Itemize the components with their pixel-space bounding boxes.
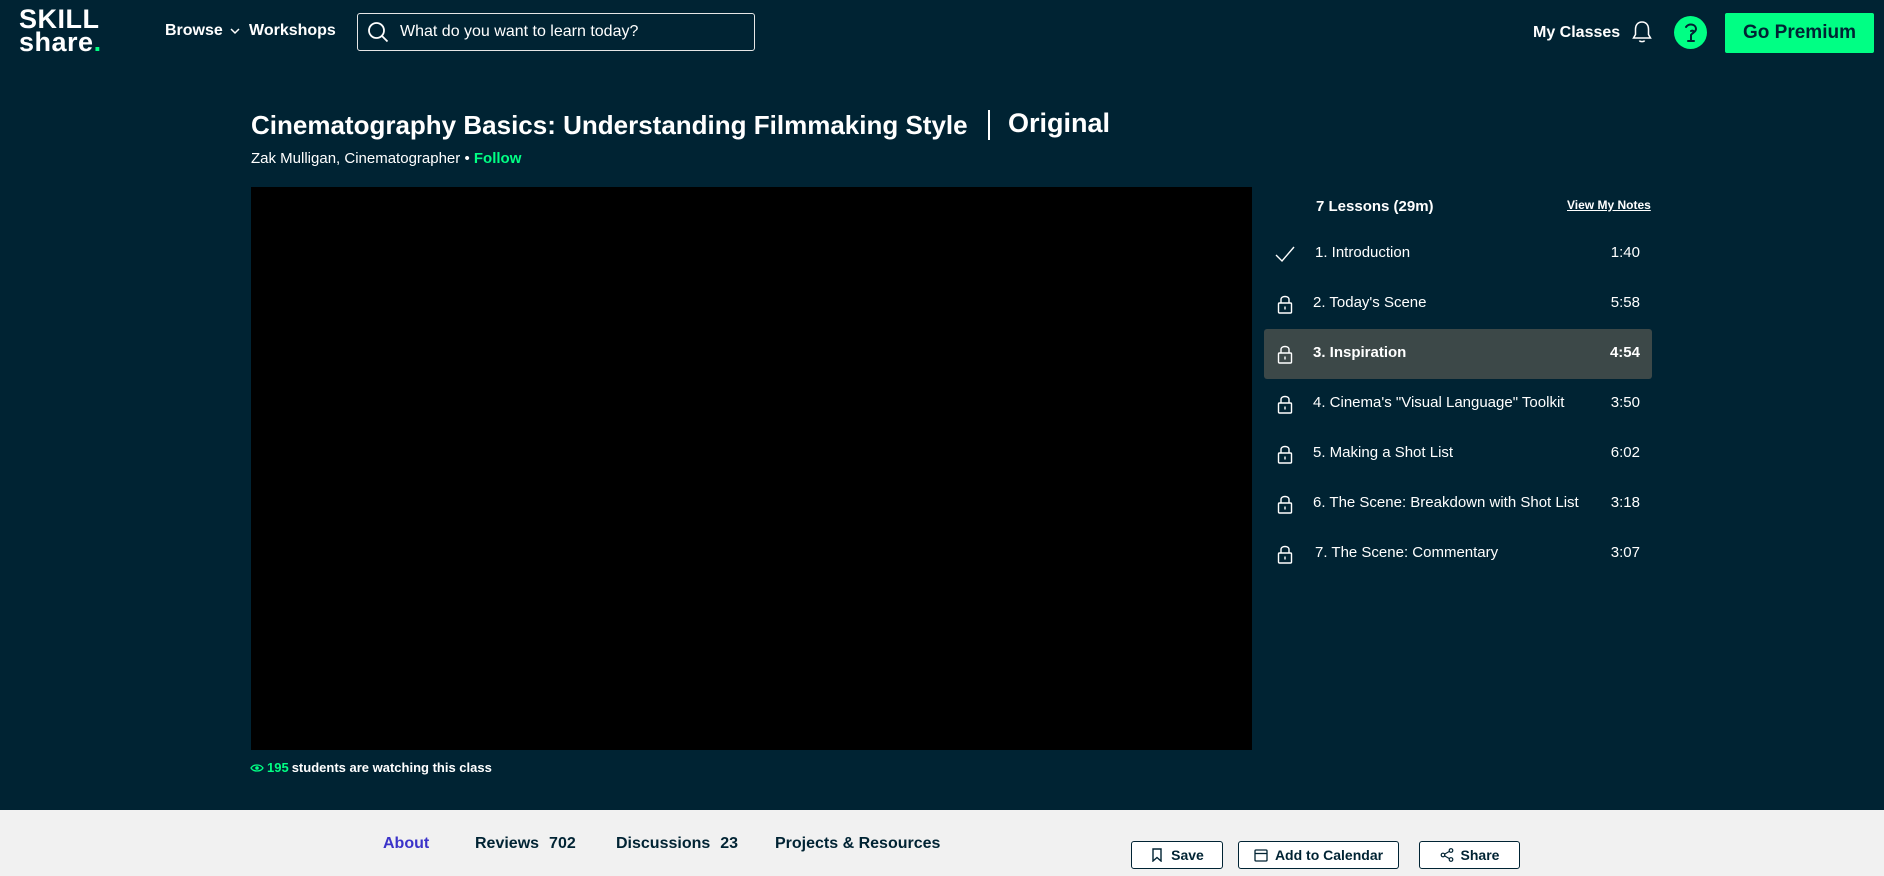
lesson-title: 5. Making a Shot List — [1313, 444, 1454, 461]
search-box[interactable] — [357, 13, 755, 51]
tab-reviews-count: 702 — [549, 835, 576, 852]
video-player[interactable] — [251, 187, 1252, 750]
teacher-name-link[interactable]: Zak Mulligan, Cinematographer — [251, 150, 460, 167]
lesson-item-4[interactable]: 4. Cinema's "Visual Language" Toolkit 3:… — [1264, 379, 1652, 429]
browse-label: Browse — [165, 22, 223, 39]
lock-icon — [1277, 545, 1293, 564]
top-navigation-bar: SKILL share. Browse Workshops My Classes… — [0, 0, 1884, 66]
lesson-item-7[interactable]: 7. The Scene: Commentary 3:07 — [1264, 529, 1652, 579]
lesson-title: 1. Introduction — [1315, 244, 1411, 261]
lesson-duration: 3:50 — [1610, 394, 1640, 411]
skillshare-logo[interactable]: SKILL share. — [19, 6, 102, 57]
calendar-icon — [1254, 849, 1268, 862]
view-my-notes-link[interactable]: View My Notes — [1567, 198, 1651, 212]
search-icon — [368, 22, 389, 43]
eye-icon — [250, 763, 264, 772]
tab-reviews[interactable]: Reviews 702 — [475, 835, 576, 853]
watching-text: students are watching this class — [291, 760, 492, 775]
my-classes-link[interactable]: My Classes — [1533, 24, 1620, 42]
lock-icon — [1277, 395, 1293, 414]
lesson-duration: 5:58 — [1610, 294, 1640, 311]
tab-projects-resources[interactable]: Projects & Resources — [775, 835, 940, 853]
lesson-title: 6. The Scene: Breakdown with Shot List — [1313, 494, 1579, 511]
title-divider — [988, 110, 990, 140]
watching-indicator: 195 students are watching this class — [250, 760, 492, 775]
lesson-item-1[interactable]: 1. Introduction 1:40 — [1264, 229, 1652, 279]
lesson-title: 4. Cinema's "Visual Language" Toolkit — [1313, 394, 1565, 411]
class-tabs-bar: About Reviews 702 Discussions 23 Projects … — [0, 810, 1884, 876]
lesson-duration: 4:54 — [1609, 344, 1640, 361]
lock-icon — [1277, 445, 1293, 464]
logo-dot: . — [93, 27, 102, 57]
lesson-item-2[interactable]: 2. Today's Scene 5:58 — [1264, 279, 1652, 329]
lesson-title: 3. Inspiration — [1313, 344, 1407, 361]
checkmark-icon — [1275, 246, 1295, 263]
follow-button[interactable]: Follow — [474, 150, 522, 167]
tab-discussions[interactable]: Discussions 23 — [616, 835, 738, 853]
lesson-duration: 3:07 — [1610, 544, 1640, 561]
class-title: Cinematography Basics: Understanding Fil… — [251, 110, 968, 140]
share-button[interactable]: Share — [1419, 841, 1520, 869]
chevron-down-icon — [230, 28, 240, 35]
lesson-duration: 1:40 — [1610, 244, 1640, 261]
avatar[interactable] — [1674, 16, 1707, 49]
watching-count: 195 — [267, 760, 289, 775]
search-input[interactable] — [398, 22, 742, 42]
save-button[interactable]: Save — [1131, 841, 1223, 869]
lesson-item-5[interactable]: 5. Making a Shot List 6:02 — [1264, 429, 1652, 479]
logo-line-2: share — [19, 27, 94, 57]
save-label: Save — [1171, 847, 1204, 863]
workshops-link[interactable]: Workshops — [249, 22, 336, 40]
add-to-calendar-button[interactable]: Add to Calendar — [1238, 841, 1399, 869]
share-label: Share — [1460, 847, 1500, 863]
browse-menu[interactable]: Browse — [165, 22, 241, 40]
lesson-duration: 6:02 — [1610, 444, 1640, 461]
tab-discussions-label: Discussions — [616, 835, 711, 852]
lock-icon — [1277, 295, 1293, 314]
bell-icon[interactable] — [1631, 20, 1653, 44]
lesson-item-6[interactable]: 6. The Scene: Breakdown with Shot List 3… — [1264, 479, 1652, 529]
lessons-summary: 7 Lessons (29m) — [1316, 198, 1434, 215]
tab-about[interactable]: About — [383, 835, 429, 853]
lesson-title: 7. The Scene: Commentary — [1315, 544, 1499, 561]
go-premium-button[interactable]: Go Premium — [1725, 13, 1874, 53]
lesson-item-3[interactable]: 3. Inspiration 4:54 — [1264, 329, 1652, 379]
lock-icon — [1277, 495, 1293, 514]
lock-icon — [1277, 345, 1293, 364]
lesson-duration: 3:18 — [1610, 494, 1640, 511]
calendar-label: Add to Calendar — [1274, 847, 1384, 863]
tab-reviews-label: Reviews — [475, 835, 540, 852]
original-badge: Original — [1008, 108, 1111, 138]
tab-discussions-count: 23 — [720, 835, 739, 852]
share-icon — [1440, 848, 1453, 862]
avatar-icon — [1684, 23, 1697, 42]
separator-dot: • — [464, 150, 470, 167]
bookmark-icon — [1152, 848, 1162, 862]
lesson-title: 2. Today's Scene — [1313, 294, 1427, 311]
teacher-line: Zak Mulligan, Cinematographer • Follow — [251, 150, 521, 167]
